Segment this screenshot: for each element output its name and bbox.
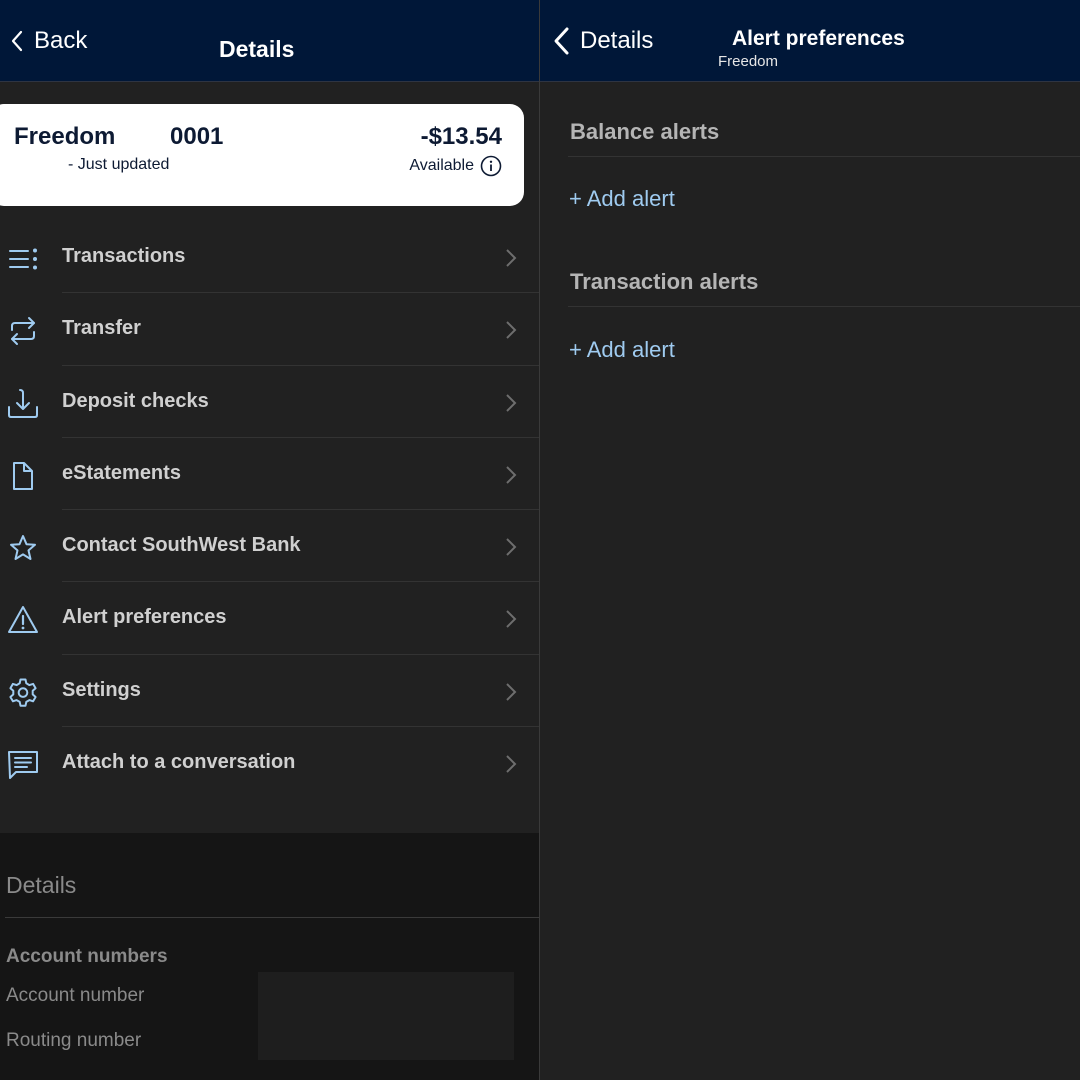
chevron-right-icon <box>506 755 517 773</box>
account-menu: Transactions Transfer Deposit checks eSt… <box>0 221 539 799</box>
chevron-right-icon <box>506 466 517 484</box>
account-number-label: Account number <box>6 985 145 1006</box>
details-section: Details Account numbers Account number R… <box>0 833 539 1080</box>
update-status: - Just updated <box>68 156 170 173</box>
details-title: Details <box>6 872 77 898</box>
separator <box>5 917 539 918</box>
nav-bar: Back Details <box>0 0 539 82</box>
account-name: Freedom <box>14 123 116 150</box>
menu-label: Deposit checks <box>62 389 209 412</box>
menu-label: Attach to a conversation <box>62 751 296 774</box>
back-label: Details <box>580 26 654 54</box>
star-icon <box>10 535 36 561</box>
menu-label: Settings <box>62 678 141 701</box>
page-title: Details <box>219 36 295 62</box>
back-label: Back <box>34 26 88 54</box>
menu-item-alert-preferences[interactable]: Alert preferences <box>0 582 539 655</box>
warning-icon <box>8 606 38 634</box>
info-icon[interactable] <box>480 155 502 177</box>
chat-icon <box>8 751 38 780</box>
account-details-screen: Back Details Freedom 0001 - Just updated… <box>0 0 539 1080</box>
menu-label: Transfer <box>62 317 141 340</box>
gear-icon <box>9 678 37 707</box>
chevron-right-icon <box>506 321 517 340</box>
back-button[interactable]: Back <box>10 0 87 81</box>
balance-label-row: Available <box>409 155 502 177</box>
menu-label: Alert preferences <box>62 606 227 629</box>
chevron-right-icon <box>506 610 517 629</box>
transfer-icon <box>11 317 35 346</box>
menu-item-contact-bank[interactable]: Contact SouthWest Bank <box>0 510 539 583</box>
menu-item-settings[interactable]: Settings <box>0 655 539 728</box>
chevron-right-icon <box>506 393 517 412</box>
list-icon <box>9 248 37 270</box>
balance-alerts-heading: Balance alerts <box>570 119 720 144</box>
menu-label: Transactions <box>62 245 186 267</box>
page-title: Alert preferences <box>732 27 905 50</box>
separator <box>568 156 1080 157</box>
menu-label: Contact SouthWest Bank <box>62 534 301 557</box>
balance-amount: -$13.54 <box>420 123 502 150</box>
separator <box>568 306 1080 307</box>
back-button[interactable]: Details <box>552 0 653 81</box>
page-subtitle: Freedom <box>718 53 779 70</box>
chevron-left-icon <box>11 30 23 51</box>
nav-bar: Details Alert preferences Freedom <box>540 0 1080 82</box>
redacted-values <box>258 972 514 1060</box>
chevron-right-icon <box>506 249 517 267</box>
menu-label: eStatements <box>62 461 181 484</box>
account-number: 0001 <box>170 123 224 150</box>
transaction-alerts-heading: Transaction alerts <box>570 269 759 294</box>
menu-item-estatements[interactable]: eStatements <box>0 438 539 511</box>
download-icon <box>8 388 38 418</box>
chevron-right-icon <box>506 538 517 556</box>
account-card[interactable]: Freedom 0001 - Just updated -$13.54 Avai… <box>0 104 524 206</box>
routing-number-label: Routing number <box>6 1030 142 1051</box>
add-balance-alert-button[interactable]: + Add alert <box>569 186 675 212</box>
menu-item-transactions[interactable]: Transactions <box>0 221 539 294</box>
menu-item-attach-conversation[interactable]: Attach to a conversation <box>0 727 539 799</box>
chevron-right-icon <box>506 683 517 701</box>
menu-item-transfer[interactable]: Transfer <box>0 293 539 366</box>
account-numbers-heading: Account numbers <box>6 946 168 967</box>
chevron-left-icon <box>554 27 569 54</box>
document-icon <box>13 461 33 490</box>
alert-preferences-screen: Details Alert preferences Freedom Balanc… <box>540 0 1080 1080</box>
balance-label: Available <box>409 157 474 174</box>
menu-item-deposit-checks[interactable]: Deposit checks <box>0 366 539 438</box>
add-transaction-alert-button[interactable]: + Add alert <box>569 337 675 363</box>
